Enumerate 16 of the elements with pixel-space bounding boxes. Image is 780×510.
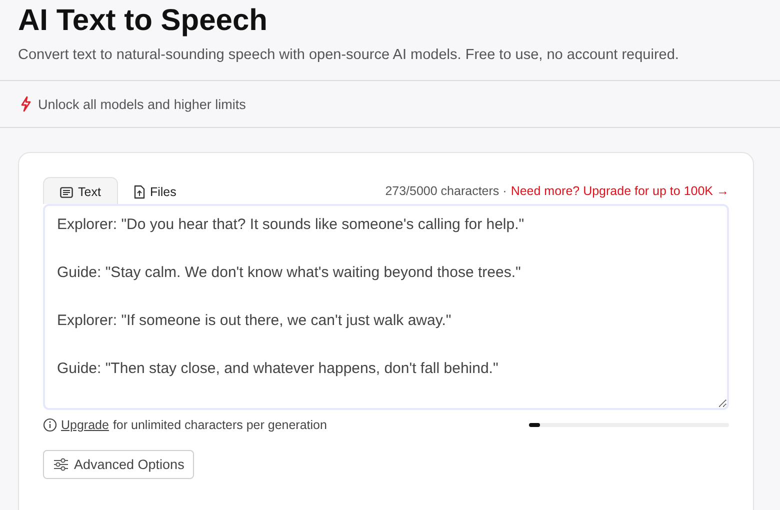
tab[interactable]: Files <box>118 178 192 204</box>
sliders-icon <box>53 458 69 471</box>
page-subtitle: Convert text to natural-sounding speech with open-source AI models. Free to use, no account required. <box>18 46 680 65</box>
file-upload-icon <box>134 185 145 199</box>
upgrade-link[interactable]: Need more? Upgrade for up to 100K → <box>510 184 729 198</box>
text-input-field[interactable]: Explorer: "Do you hear that? It sounds like someone's calling for help." Guide: "Stay calm. We don't know what's waiting beyond those trees." Explorer: "If someone is out there, we can't just walk away." Guide: "Then stay close, and whatever happens, don't fall behind." <box>43 204 729 410</box>
info-icon <box>43 418 57 432</box>
page-title: AI Text to Speech <box>18 3 268 39</box>
upgrade-link[interactable]: Upgrade <box>61 418 109 432</box>
advanced-options-button[interactable]: Advanced Options <box>43 450 194 479</box>
text-lines-icon <box>60 186 73 198</box>
hint-text: for unlimited characters per generation <box>112 418 327 432</box>
lightning-icon <box>20 96 32 112</box>
unlock-link[interactable]: Unlock all models and higher limits <box>38 96 246 112</box>
tab[interactable]: Text <box>43 177 118 204</box>
character-count: 273/5000 characters · <box>385 184 507 198</box>
